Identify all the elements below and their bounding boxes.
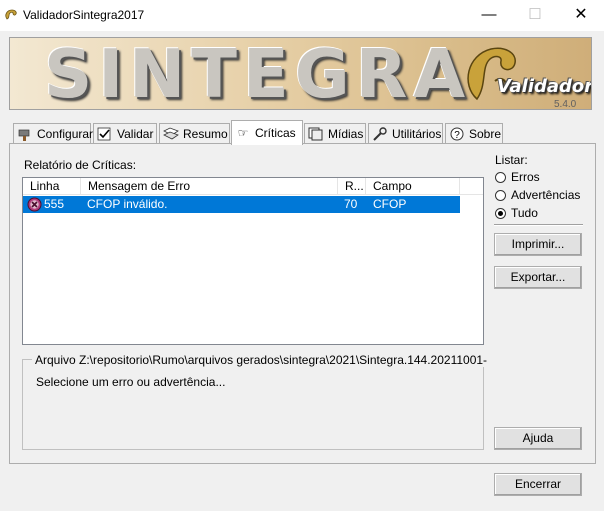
- arquivo-path: Arquivo Z:\repositorio\Rumo\arquivos ger…: [32, 353, 487, 367]
- tab-label: Críticas: [255, 126, 296, 140]
- cell-linha: 555: [44, 197, 65, 211]
- svg-text:?: ?: [454, 130, 460, 141]
- help-icon: ?: [449, 127, 465, 141]
- error-icon: [27, 197, 42, 212]
- validador-logo-icon: [467, 47, 516, 101]
- ajuda-button[interactable]: Ajuda: [494, 427, 582, 450]
- radio-label: Tudo: [511, 206, 538, 220]
- radio-advertencias[interactable]: Advertências: [495, 188, 580, 202]
- arquivo-group: [22, 359, 484, 450]
- criticas-list[interactable]: Linha Mensagem de Erro R... Campo 555 CF…: [22, 177, 484, 345]
- tab-validar[interactable]: Validar: [93, 123, 157, 143]
- radio-indicator[interactable]: [495, 207, 506, 219]
- radio-indicator[interactable]: [495, 171, 506, 183]
- radio-label: Advertências: [511, 188, 581, 202]
- tab-resumo[interactable]: Resumo: [159, 123, 230, 143]
- encerrar-button[interactable]: Encerrar: [494, 473, 582, 496]
- pointing-hand-icon: ☞: [237, 126, 249, 140]
- radio-tudo[interactable]: Tudo: [495, 206, 538, 220]
- tools-icon: [372, 126, 388, 141]
- cell-campo: CFOP: [373, 197, 407, 211]
- radio-label: Erros: [511, 170, 540, 184]
- cell-mensagem: CFOP inválido.: [87, 197, 168, 211]
- tab-label: Utilitários: [392, 126, 442, 141]
- banner-subtitle: Validador: [497, 76, 592, 97]
- column-header-r[interactable]: R...: [338, 178, 366, 195]
- version-label: 5.4.0: [554, 99, 577, 110]
- tab-label: Resumo: [183, 126, 228, 141]
- column-header-campo[interactable]: Campo: [366, 178, 460, 195]
- column-header-mensagem[interactable]: Mensagem de Erro: [81, 178, 338, 195]
- app-logo-icon: [5, 9, 17, 20]
- tab-label: Configurar: [37, 126, 94, 141]
- exportar-button[interactable]: Exportar...: [494, 266, 582, 289]
- radio-erros[interactable]: Erros: [495, 170, 540, 184]
- tab-sobre[interactable]: ? Sobre: [445, 123, 503, 143]
- sintegra-banner: SINTEGRA Validador: [9, 37, 592, 110]
- separator: [494, 224, 583, 226]
- column-header-filler: [460, 178, 483, 195]
- close-button[interactable]: ✕: [558, 0, 604, 31]
- radio-indicator[interactable]: [495, 189, 506, 201]
- table-row[interactable]: 555 CFOP inválido. 70 CFOP: [23, 196, 460, 213]
- tab-configurar[interactable]: Configurar: [13, 123, 94, 143]
- listar-label: Listar:: [495, 153, 528, 167]
- hammer-icon: [17, 127, 33, 141]
- check-icon: [97, 127, 113, 141]
- tab-label: Validar: [117, 126, 154, 141]
- tab-label: Sobre: [469, 126, 502, 141]
- tab-criticas[interactable]: ☞ Críticas: [231, 120, 303, 145]
- cell-r: 70: [344, 197, 358, 211]
- banner-title: SINTEGRA: [44, 37, 472, 110]
- media-icon: [308, 127, 324, 141]
- window-title: ValidadorSintegra2017: [23, 8, 145, 22]
- imprimir-button[interactable]: Imprimir...: [494, 233, 582, 256]
- maximize-button[interactable]: ☐: [512, 0, 558, 31]
- column-header-linha[interactable]: Linha: [23, 178, 81, 195]
- minimize-button[interactable]: —: [466, 0, 512, 31]
- tab-utilitarios[interactable]: Utilitários: [368, 123, 443, 143]
- tab-midias[interactable]: Mídias: [304, 123, 366, 143]
- summary-icon: [163, 127, 179, 141]
- tab-label: Mídias: [328, 126, 364, 141]
- detail-text: Selecione um erro ou advertência...: [36, 375, 226, 389]
- report-label: Relatório de Críticas:: [24, 158, 137, 172]
